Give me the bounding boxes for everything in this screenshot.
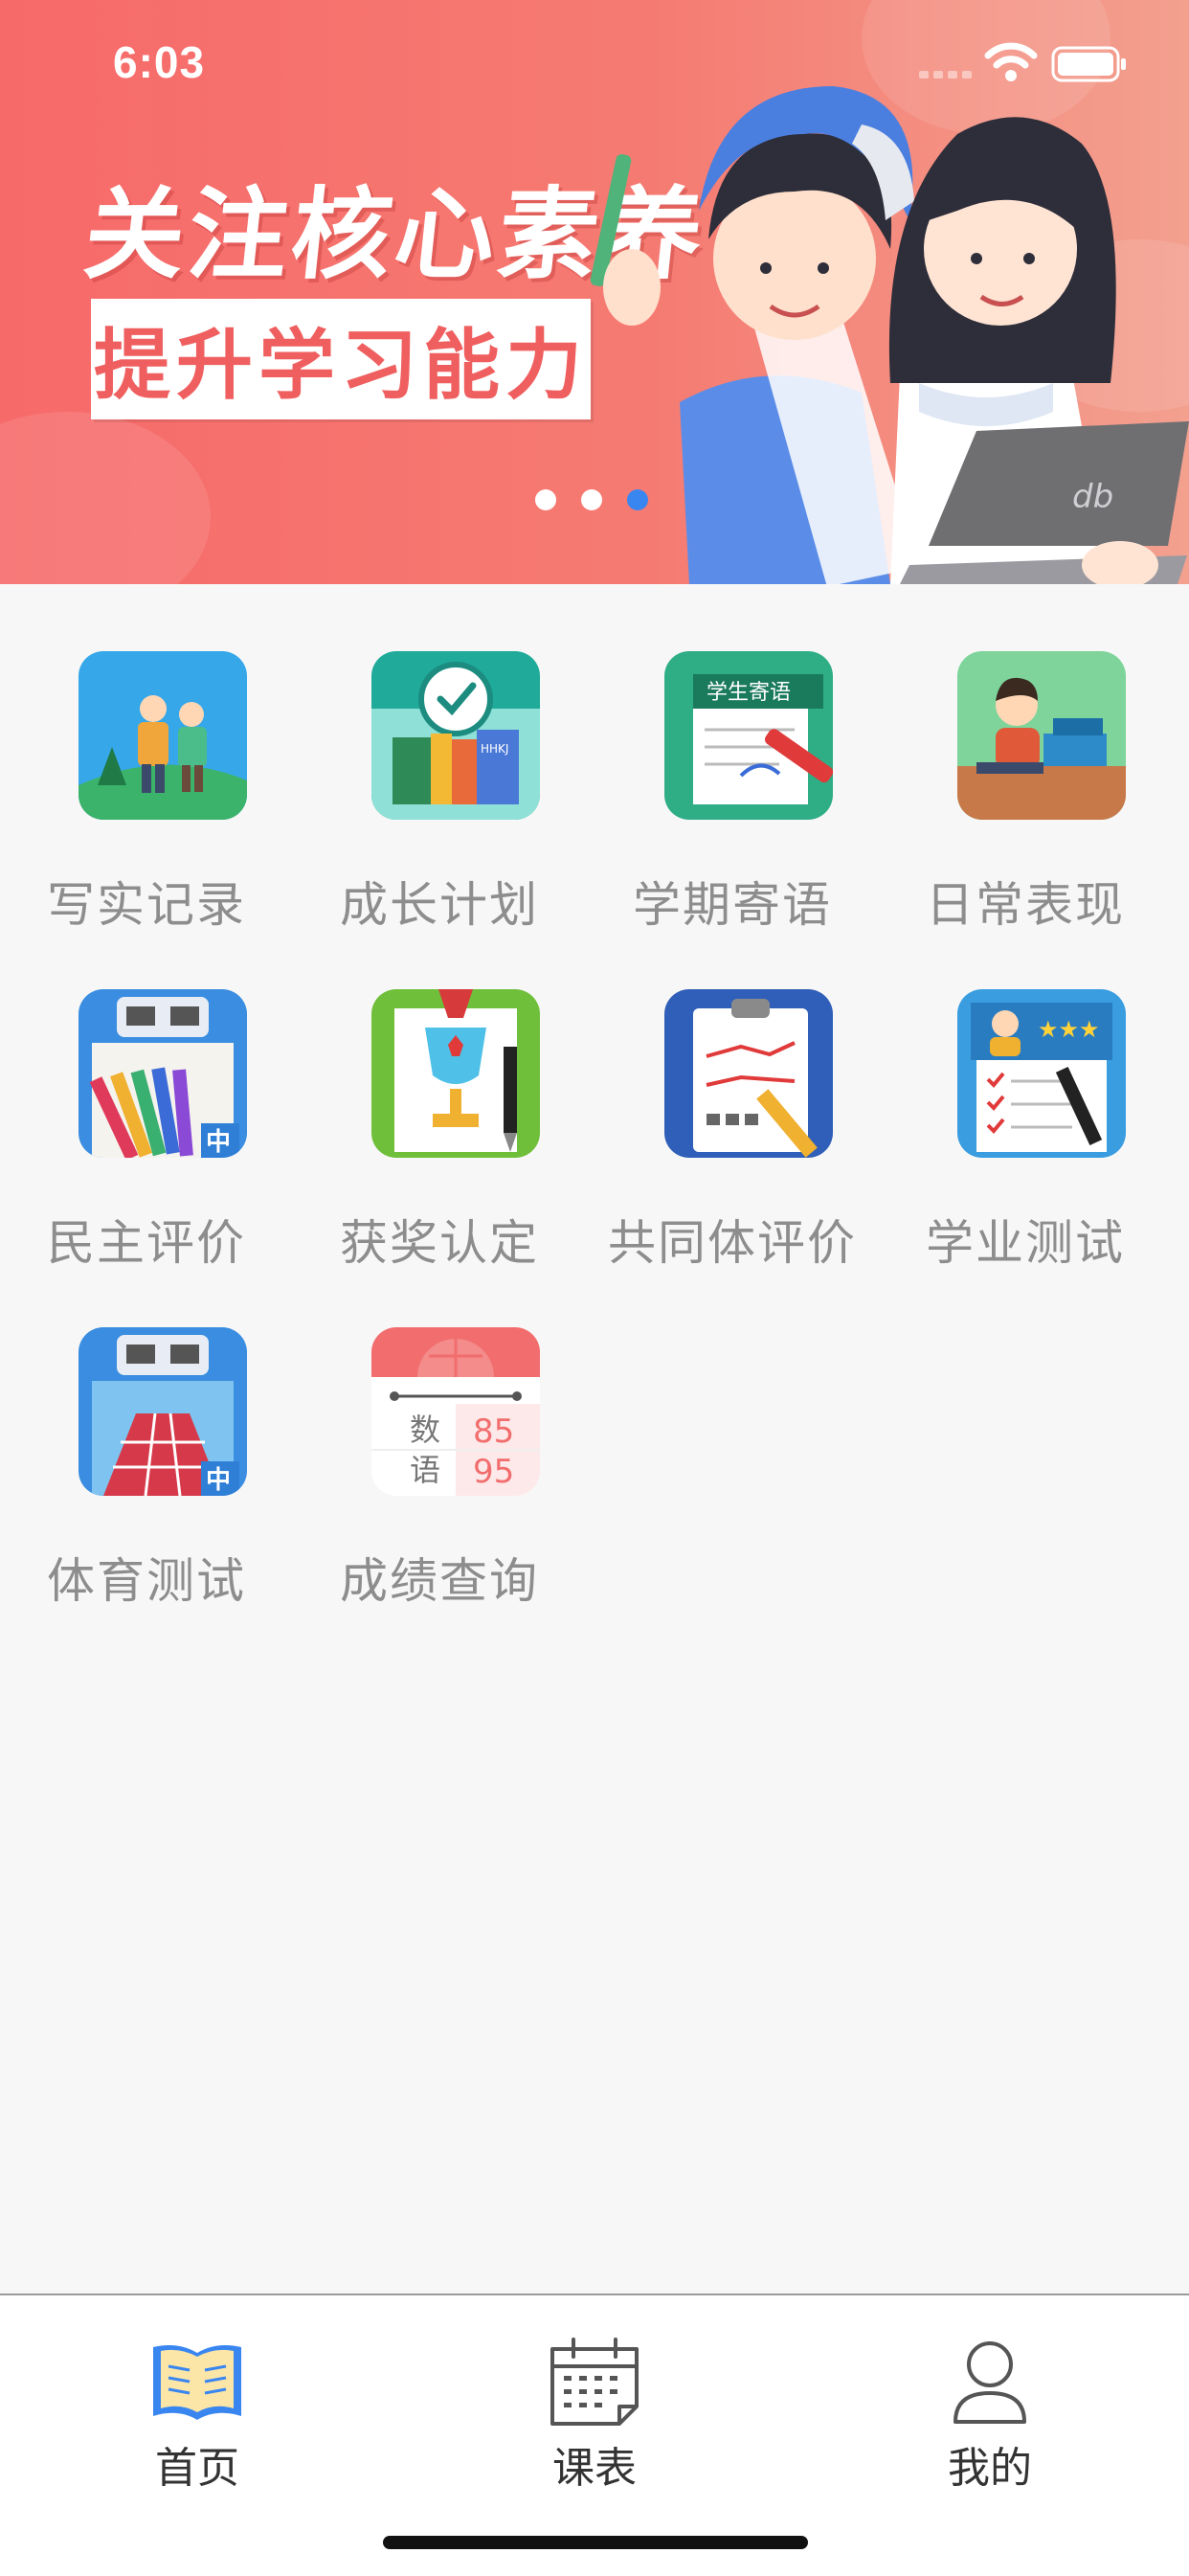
feature-item-democratic-evaluation[interactable]: 中 民主评价: [0, 922, 293, 1271]
score-card-subject-1: 数: [410, 1412, 440, 1448]
svg-text:中: 中: [206, 1128, 231, 1157]
feature-item-community-evaluation[interactable]: 共同体评价: [586, 922, 879, 1271]
svg-text:db: db: [1072, 478, 1113, 516]
status-time: 6:03: [113, 37, 206, 87]
score-card-value-2: 95: [473, 1453, 514, 1491]
score-card-value-1: 85: [473, 1412, 514, 1451]
svg-text:学生寄语: 学生寄语: [707, 681, 791, 705]
running-track-icon: 中: [79, 1327, 247, 1496]
profile-checklist-icon: ★★★: [957, 989, 1126, 1158]
person-icon: [953, 2341, 1026, 2424]
wifi-icon: [984, 42, 1038, 81]
status-bar: 6:03: [0, 0, 1189, 126]
feature-item-written-record[interactable]: 写实记录: [0, 584, 293, 933]
tab-profile[interactable]: 我的: [875, 2334, 1105, 2497]
feature-label: 共同体评价: [608, 1215, 857, 1271]
tab-home[interactable]: 首页: [82, 2334, 312, 2497]
feature-item-semester-message[interactable]: 学生寄语 学期寄语: [586, 584, 879, 933]
carousel-dot-1[interactable]: [535, 489, 556, 510]
clock-books-icon: HHKJ: [371, 651, 540, 820]
trophy-certificate-icon: [371, 989, 540, 1158]
carousel-dot-2[interactable]: [581, 489, 602, 510]
clipboard-chart-icon: [664, 989, 833, 1158]
student-reading-icon: [957, 651, 1126, 820]
home-indicator[interactable]: [383, 2536, 808, 2549]
battery-icon: [1051, 46, 1126, 82]
banner-subtitle-box: 提升学习能力: [91, 299, 591, 419]
feature-item-physical-test[interactable]: 中 体育测试: [0, 1260, 293, 1609]
students-illustration: db: [590, 86, 1189, 584]
feature-label: 体育测试: [47, 1553, 246, 1609]
message-pen-icon: 学生寄语: [664, 651, 833, 820]
score-card-icon: 数 85 语 95: [371, 1327, 540, 1496]
bottom-tab-bar: 首页 课表 我的: [0, 2294, 1189, 2576]
carousel-dots[interactable]: [535, 489, 648, 510]
tab-profile-label: 我的: [948, 2444, 1032, 2493]
svg-text:中: 中: [206, 1466, 231, 1495]
tab-schedule-label: 课表: [552, 2444, 637, 2493]
banner-subtitle: 提升学习能力: [94, 321, 588, 410]
tab-schedule[interactable]: 课表: [480, 2334, 709, 2497]
feature-item-growth-plan[interactable]: HHKJ 成长计划: [293, 584, 586, 933]
feature-item-daily-performance[interactable]: 日常表现: [879, 584, 1172, 933]
pencils-board-icon: 中: [79, 989, 247, 1158]
feature-label: 成绩查询: [340, 1553, 539, 1609]
feature-item-score-query[interactable]: 数 85 语 95 成绩查询: [293, 1260, 586, 1609]
calendar-icon: [550, 2338, 639, 2426]
svg-text:★★★: ★★★: [1038, 1016, 1100, 1043]
tab-home-label: 首页: [155, 2444, 239, 2493]
feature-item-award-recognition[interactable]: 获奖认定: [293, 922, 586, 1271]
cellular-signal-icon: [919, 71, 972, 79]
carousel-dot-3-active[interactable]: [627, 489, 648, 510]
promo-banner[interactable]: 6:03 关注核心素养 提升学习能力 db: [0, 0, 1189, 584]
feature-item-academic-test[interactable]: ★★★ 学业测试: [879, 922, 1172, 1271]
svg-text:HHKJ: HHKJ: [481, 742, 508, 756]
open-book-icon: [153, 2345, 241, 2420]
feature-label: 学业测试: [926, 1215, 1125, 1271]
hiking-students-icon: [79, 651, 247, 820]
score-card-subject-2: 语: [410, 1452, 440, 1488]
